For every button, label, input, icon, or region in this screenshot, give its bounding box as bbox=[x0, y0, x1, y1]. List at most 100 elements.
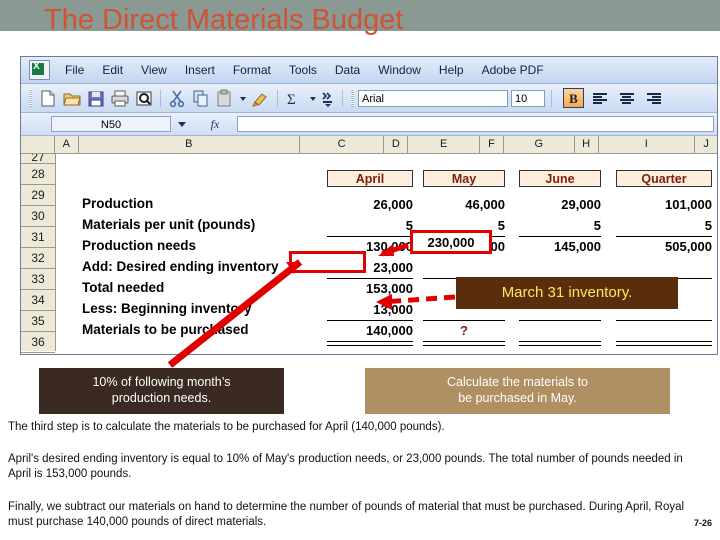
format-painter-icon[interactable] bbox=[250, 88, 272, 109]
column-header-i[interactable]: I bbox=[599, 136, 696, 153]
row-label-materials-per-unit: Materials per unit (pounds) bbox=[82, 217, 256, 232]
cell-materials-purchased-april[interactable]: 140,000 bbox=[327, 323, 413, 338]
row-header-33[interactable]: 33 bbox=[21, 269, 55, 290]
formula-bar: N50 fx bbox=[21, 113, 717, 136]
cut-icon[interactable] bbox=[166, 88, 188, 109]
cell-materials-per-unit-quarter[interactable]: 5 bbox=[616, 218, 712, 233]
cell-production-june[interactable]: 29,000 bbox=[519, 197, 601, 212]
page-title: The Direct Materials Budget bbox=[44, 4, 404, 36]
double-rule-line bbox=[616, 341, 712, 346]
print-icon[interactable] bbox=[109, 88, 131, 109]
callout-task-may-line1: Calculate the materials to bbox=[446, 375, 589, 389]
row-header-31[interactable]: 31 bbox=[21, 227, 55, 248]
column-header-e[interactable]: E bbox=[408, 136, 481, 153]
menu-item-view[interactable]: View bbox=[132, 61, 176, 79]
cell-materials-purchased-may[interactable]: ? bbox=[423, 323, 505, 338]
column-header-f[interactable]: F bbox=[480, 136, 504, 153]
cell-production-april[interactable]: 26,000 bbox=[327, 197, 413, 212]
row-label-total-needed: Total needed bbox=[82, 280, 165, 295]
double-rule-line bbox=[519, 341, 601, 346]
row-header-28[interactable]: 28 bbox=[21, 164, 55, 185]
toolbar-overflow-icon[interactable] bbox=[321, 88, 335, 109]
row-header-35[interactable]: 35 bbox=[21, 311, 55, 332]
menu-item-insert[interactable]: Insert bbox=[176, 61, 224, 79]
row-header-29[interactable]: 29 bbox=[21, 185, 55, 206]
column-label-may: May bbox=[423, 170, 505, 187]
toolbar-separator bbox=[160, 89, 161, 107]
name-box[interactable]: N50 bbox=[51, 116, 171, 132]
print-preview-icon[interactable] bbox=[133, 88, 155, 109]
excel-logo-icon bbox=[29, 60, 50, 80]
row-header-36[interactable]: 36 bbox=[21, 332, 55, 353]
cells-area: April May June Quarter Production 26,000… bbox=[56, 154, 717, 351]
row-header-30[interactable]: 30 bbox=[21, 206, 55, 227]
column-header-c[interactable]: C bbox=[300, 136, 385, 153]
column-label-april: April bbox=[327, 170, 413, 187]
cell-beginning-inventory-april[interactable]: 13,000 bbox=[327, 302, 413, 317]
column-header-j[interactable]: J bbox=[695, 136, 717, 153]
rule-line bbox=[327, 278, 413, 279]
double-rule-line bbox=[423, 341, 505, 346]
align-center-button[interactable] bbox=[616, 88, 638, 108]
body-paragraph-3: Finally, we subtract our materials on ha… bbox=[8, 501, 685, 528]
row-label-beginning-inventory: Less: Beginning inventory bbox=[82, 301, 252, 316]
toolbar-separator-4 bbox=[551, 89, 552, 107]
toolbar-grip-handle[interactable] bbox=[29, 89, 32, 107]
select-all-corner[interactable] bbox=[21, 136, 55, 153]
row-header-32[interactable]: 32 bbox=[21, 248, 55, 269]
row-label-production: Production bbox=[82, 196, 154, 211]
toolbar-separator-2 bbox=[277, 89, 278, 107]
menu-item-format[interactable]: Format bbox=[224, 61, 280, 79]
column-header-b[interactable]: B bbox=[79, 136, 300, 153]
double-rule-line bbox=[327, 341, 413, 346]
menu-item-window[interactable]: Window bbox=[369, 61, 430, 79]
callout-march-inventory: March 31 inventory. bbox=[456, 277, 678, 309]
name-box-dropdown-icon[interactable] bbox=[171, 116, 193, 132]
cell-materials-per-unit-april[interactable]: 5 bbox=[327, 218, 413, 233]
column-header-d[interactable]: D bbox=[384, 136, 409, 153]
menu-item-file[interactable]: File bbox=[56, 61, 93, 79]
save-icon[interactable] bbox=[85, 88, 107, 109]
highlight-box-ending-inventory bbox=[289, 251, 366, 273]
svg-text:Σ: Σ bbox=[287, 92, 296, 108]
column-header-h[interactable]: H bbox=[575, 136, 599, 153]
row-header-34[interactable]: 34 bbox=[21, 290, 55, 311]
body-paragraph-2: April's desired ending inventory is equa… bbox=[8, 453, 683, 480]
paste-dropdown-icon[interactable] bbox=[238, 88, 248, 109]
insert-function-icon[interactable]: fx bbox=[193, 117, 237, 132]
autosum-dropdown-icon[interactable] bbox=[307, 88, 319, 109]
autosum-icon[interactable]: Σ bbox=[283, 88, 305, 109]
column-header-a[interactable]: A bbox=[55, 136, 79, 153]
open-icon[interactable] bbox=[61, 88, 83, 109]
cell-production-quarter[interactable]: 101,000 bbox=[616, 197, 712, 212]
standard-toolbar: Σ Arial 10 B bbox=[21, 84, 717, 113]
menu-item-data[interactable]: Data bbox=[326, 61, 369, 79]
cell-total-needed-april[interactable]: 153,000 bbox=[327, 281, 413, 296]
copy-icon[interactable] bbox=[190, 88, 212, 109]
toolbar-separator-3 bbox=[342, 89, 343, 107]
cell-production-may[interactable]: 46,000 bbox=[423, 197, 505, 212]
cell-production-needs-june[interactable]: 145,000 bbox=[519, 239, 601, 254]
menu-item-tools[interactable]: Tools bbox=[280, 61, 326, 79]
column-header-g[interactable]: G bbox=[504, 136, 575, 153]
new-icon[interactable] bbox=[37, 88, 59, 109]
formatting-toolbar-grip[interactable] bbox=[351, 89, 354, 107]
menu-item-adobe-pdf[interactable]: Adobe PDF bbox=[473, 61, 553, 79]
font-name-input[interactable]: Arial bbox=[358, 89, 508, 107]
page-number: 7-26 bbox=[693, 518, 712, 528]
rule-line bbox=[519, 320, 601, 321]
align-left-button[interactable] bbox=[589, 88, 611, 108]
menu-item-help[interactable]: Help bbox=[430, 61, 473, 79]
cell-production-needs-quarter[interactable]: 505,000 bbox=[616, 239, 712, 254]
callout-may-production-needs: 230,000 bbox=[410, 230, 492, 254]
menu-item-edit[interactable]: Edit bbox=[93, 61, 132, 79]
font-size-input[interactable]: 10 bbox=[511, 89, 545, 107]
row-header-27[interactable]: 27 bbox=[21, 154, 55, 164]
align-right-button[interactable] bbox=[643, 88, 665, 108]
bold-button[interactable]: B bbox=[563, 88, 584, 108]
paste-icon[interactable] bbox=[214, 88, 236, 109]
row-header-column: 27 28 29 30 31 32 33 34 35 36 bbox=[21, 154, 56, 353]
column-header-row: A B C D E F G H I J bbox=[21, 136, 717, 154]
formula-input[interactable] bbox=[237, 116, 714, 132]
cell-materials-per-unit-june[interactable]: 5 bbox=[519, 218, 601, 233]
